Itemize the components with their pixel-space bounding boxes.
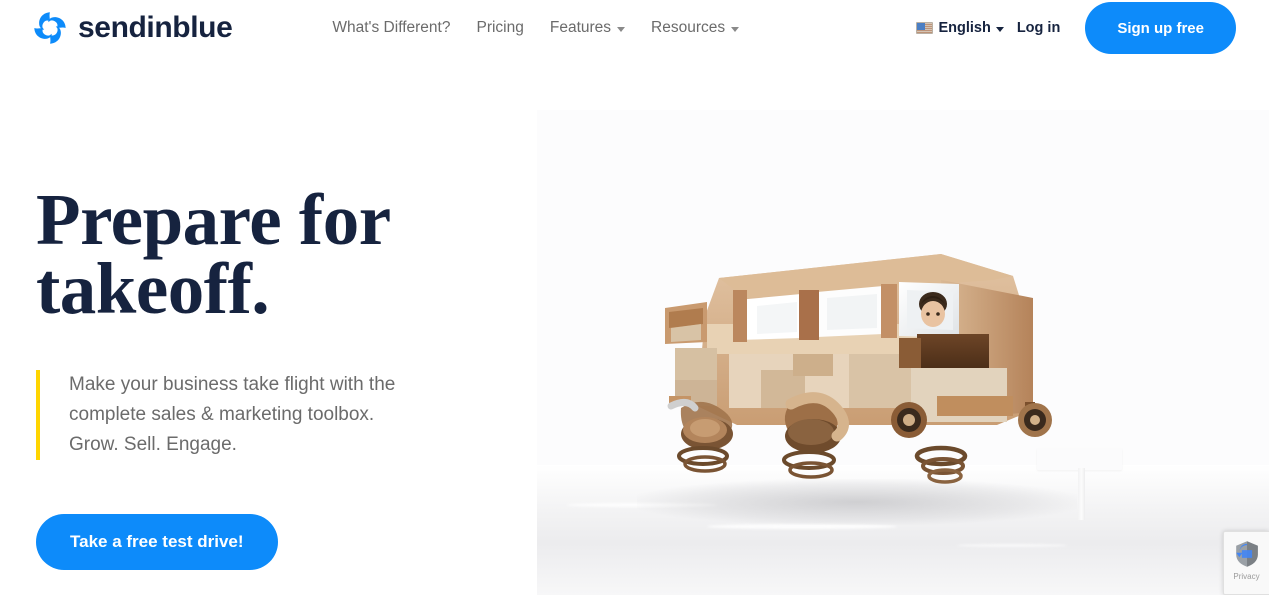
- header-actions: English Log in Sign up free: [916, 0, 1269, 56]
- nav-item-pricing[interactable]: Pricing: [463, 19, 536, 37]
- nav-label: Pricing: [476, 19, 524, 36]
- nav-item-features[interactable]: Features: [537, 19, 638, 37]
- site-header: sendinblue What's Different? Pricing Fea…: [0, 0, 1269, 56]
- recaptcha-badge[interactable]: Privacy: [1223, 531, 1269, 595]
- nav-item-whats-different[interactable]: What's Different?: [319, 19, 463, 37]
- brand-name: sendinblue: [78, 11, 233, 44]
- chevron-down-icon: [617, 26, 626, 32]
- signup-button[interactable]: Sign up free: [1085, 2, 1236, 54]
- nav-label: Resources: [651, 19, 726, 36]
- recaptcha-label: Privacy: [1233, 572, 1260, 581]
- page-title: Prepare for takeoff.: [36, 179, 391, 330]
- ground-highlight: [957, 544, 1067, 547]
- hero-subtitle-block: Make your business take flight with the …: [36, 369, 456, 460]
- us-flag-icon: [916, 22, 934, 34]
- chevron-down-icon: [995, 26, 1004, 32]
- hero-subtitle: Make your business take flight with the …: [69, 373, 396, 455]
- nav-item-resources[interactable]: Resources: [638, 19, 752, 37]
- white-sign-post: [1078, 468, 1085, 520]
- pinwheel-logo-icon: [34, 12, 66, 44]
- hero-image-panel: [537, 110, 1269, 595]
- login-link[interactable]: Log in: [1017, 20, 1061, 36]
- hero-content: Prepare for takeoff. Make your business …: [36, 179, 506, 570]
- language-label: English: [938, 20, 991, 36]
- nav-label: Features: [549, 19, 612, 36]
- chevron-down-icon: [731, 26, 740, 32]
- nav-label: What's Different?: [332, 19, 451, 36]
- brand-logo[interactable]: sendinblue: [33, 11, 233, 45]
- page-root: sendinblue What's Different? Pricing Fea…: [0, 0, 1269, 595]
- recaptcha-shield-icon: [1235, 541, 1258, 567]
- main-navigation: What's Different? Pricing Features Resou…: [319, 19, 752, 37]
- language-selector[interactable]: English: [916, 20, 1004, 36]
- cta-test-drive-button[interactable]: Take a free test drive!: [36, 513, 278, 570]
- wooden-toy-van-illustration: [665, 254, 1052, 484]
